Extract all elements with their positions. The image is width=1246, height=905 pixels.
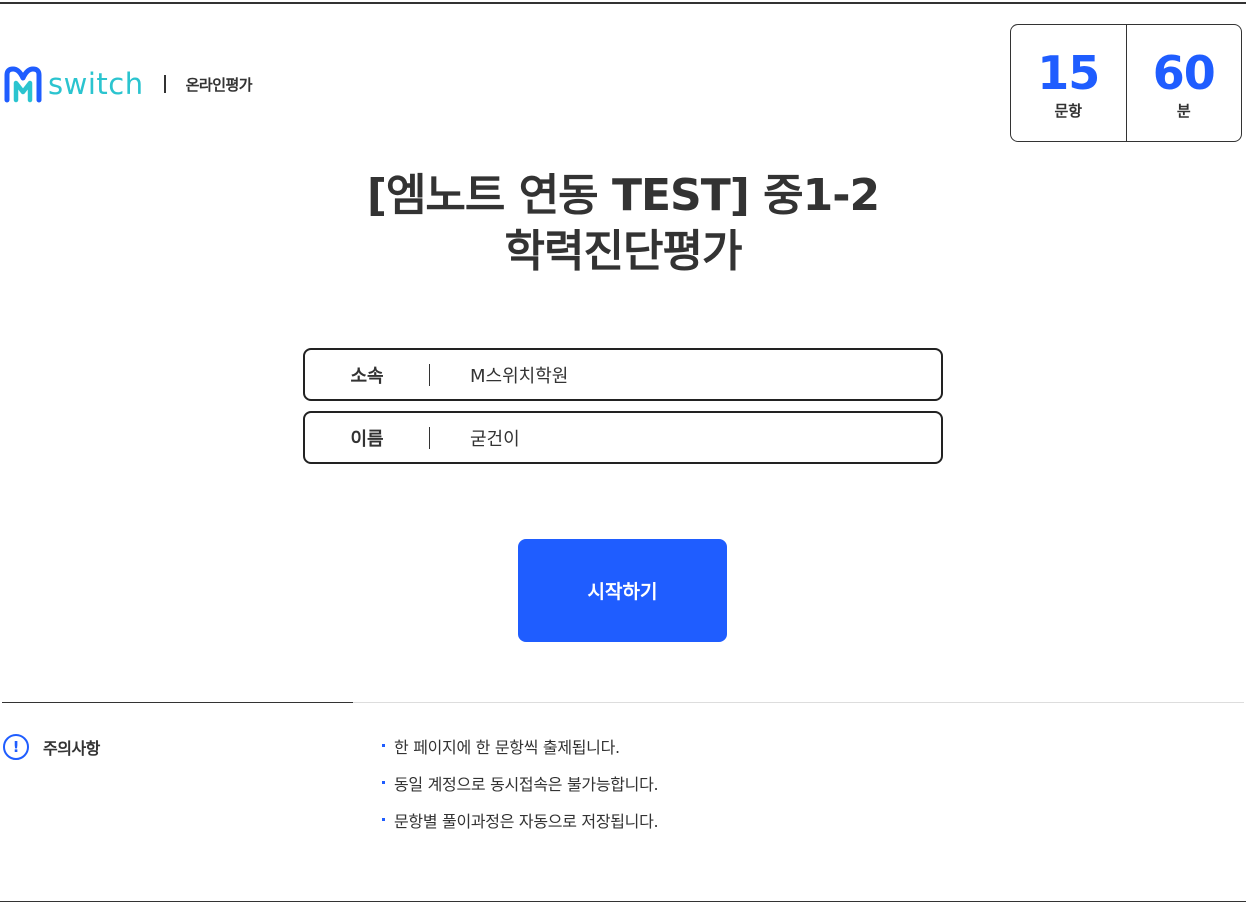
notice-divider-light (353, 702, 1244, 703)
affiliation-label: 소속 (350, 365, 384, 387)
name-value: 굳건이 (470, 428, 520, 450)
logo-subtitle: 온라인평가 (185, 75, 253, 94)
page-title: [엠노트 연동 TEST] 중1-2 학력진단평가 (0, 168, 1246, 280)
top-divider (0, 2, 1246, 4)
page-title-line-2: 학력진단평가 (504, 226, 743, 277)
name-label: 이름 (350, 428, 384, 450)
bullet-icon (382, 818, 385, 821)
notice-header: ! 주의사항 (3, 734, 100, 760)
notice-item: 한 페이지에 한 문항씩 출제됩니다. (382, 727, 658, 764)
field-divider (429, 426, 430, 449)
start-button[interactable]: 시작하기 (518, 539, 727, 642)
notice-item-text: 문항별 풀이과정은 자동으로 저장됩니다. (394, 811, 659, 831)
brand-logo: switch 온라인평가 (2, 64, 253, 104)
alert-icon: ! (3, 734, 29, 760)
notice-item: 동일 계정으로 동시접속은 불가능합니다. (382, 764, 659, 801)
notice-item-text: 한 페이지에 한 문항씩 출제됩니다. (394, 737, 620, 757)
field-divider (429, 363, 430, 386)
question-count-value: 15 (1037, 45, 1100, 100)
logo-wordmark: switch (48, 66, 144, 101)
notice-item: 문항별 풀이과정은 자동으로 저장됩니다. (382, 801, 659, 838)
m-logo-icon (4, 66, 42, 103)
bottom-divider (0, 901, 1246, 902)
time-limit-label: 분 (1176, 101, 1191, 120)
affiliation-value: M스위치학원 (470, 365, 569, 387)
notice-divider-dark (2, 702, 353, 703)
test-summary-box: 15 문항 60 분 (1010, 24, 1242, 142)
logo-divider (163, 75, 166, 93)
question-count-label: 문항 (1054, 101, 1083, 120)
question-count: 15 문항 (1011, 25, 1126, 141)
page-title-line-1: [엠노트 연동 TEST] 중1-2 (366, 170, 880, 221)
time-limit: 60 분 (1125, 25, 1242, 141)
notice-list: 한 페이지에 한 문항씩 출제됩니다. 동일 계정으로 동시접속은 불가능합니다… (382, 727, 659, 838)
bullet-icon (382, 781, 385, 784)
time-limit-value: 60 (1152, 45, 1216, 100)
bullet-icon (382, 744, 385, 747)
notice-item-text: 동일 계정으로 동시접속은 불가능합니다. (394, 774, 659, 794)
notice-title: 주의사항 (43, 739, 100, 758)
affiliation-field: 소속 M스위치학원 (303, 348, 943, 401)
name-field: 이름 굳건이 (303, 411, 943, 464)
